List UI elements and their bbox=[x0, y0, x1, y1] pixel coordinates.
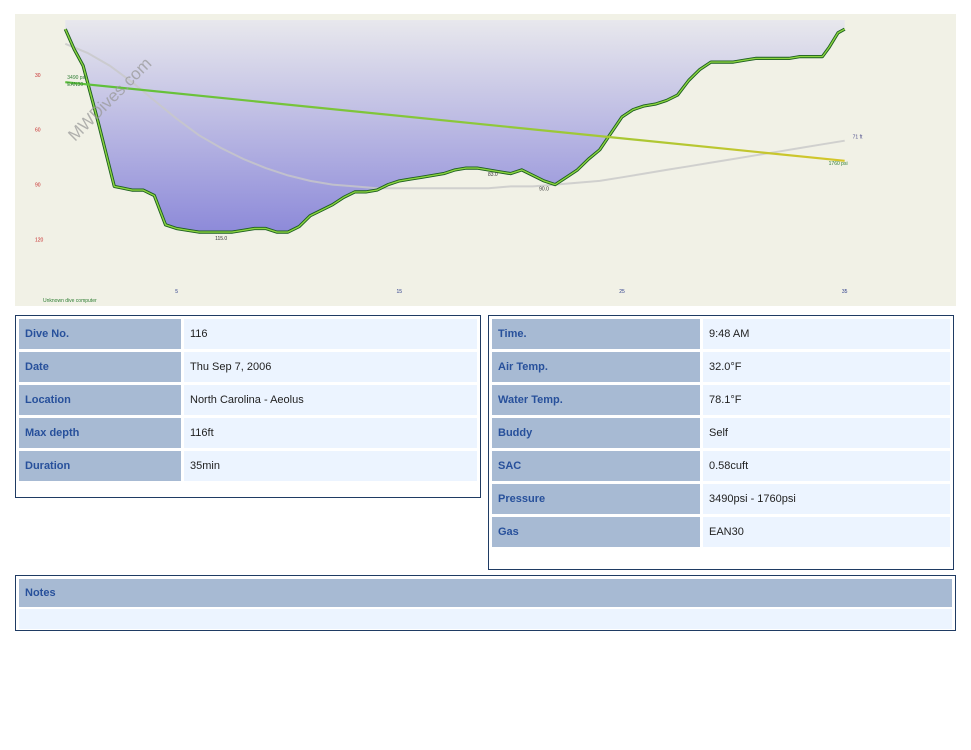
dive-info-table: Dive No. 116 Date Thu Sep 7, 2006 Location… bbox=[15, 315, 481, 498]
table-row: Dive No. 116 bbox=[19, 319, 477, 349]
row-value: North Carolina - Aeolus bbox=[184, 385, 477, 415]
notes-panel: Notes bbox=[15, 575, 956, 631]
pressure-end-label: 1760 psi bbox=[829, 161, 848, 167]
row-label: Water Temp. bbox=[492, 385, 700, 415]
notes-body bbox=[19, 609, 952, 629]
row-value: 116ft bbox=[184, 418, 477, 448]
table-row: Time. 9:48 AM bbox=[492, 319, 950, 349]
row-label: Buddy bbox=[492, 418, 700, 448]
table-row: Max depth 116ft bbox=[19, 418, 477, 448]
table-row: Pressure 3490psi - 1760psi bbox=[492, 484, 950, 514]
conditions-table: Time. 9:48 AM Air Temp. 32.0°F Water Temp.… bbox=[488, 315, 954, 570]
table-row: SAC 0.58cuft bbox=[492, 451, 950, 481]
notes-title: Notes bbox=[19, 579, 952, 607]
row-label: Location bbox=[19, 385, 181, 415]
row-value: 3490psi - 1760psi bbox=[703, 484, 950, 514]
x-tick-label: 15 bbox=[397, 289, 403, 295]
row-label: Date bbox=[19, 352, 181, 382]
table-row: Duration 35min bbox=[19, 451, 477, 481]
y-tick-label: 60 bbox=[35, 128, 41, 134]
dive-profile-svg: 3490 psiEAN301760 psi71 ft115.083.090.0 … bbox=[15, 14, 956, 306]
row-value: 35min bbox=[184, 451, 477, 481]
row-value: 9:48 AM bbox=[703, 319, 950, 349]
row-label: Pressure bbox=[492, 484, 700, 514]
row-value: Self bbox=[703, 418, 950, 448]
x-tick-label: 35 bbox=[842, 289, 848, 295]
row-label: SAC bbox=[492, 451, 700, 481]
table-row: Water Temp. 78.1°F bbox=[492, 385, 950, 415]
table-row: Location North Carolina - Aeolus bbox=[19, 385, 477, 415]
depth-annotation: 115.0 bbox=[215, 236, 227, 242]
table-row: Buddy Self bbox=[492, 418, 950, 448]
row-value: Thu Sep 7, 2006 bbox=[184, 352, 477, 382]
pressure-start-label: 3490 psi bbox=[67, 75, 86, 81]
gas-label: EAN30 bbox=[67, 82, 83, 88]
row-label: Max depth bbox=[19, 418, 181, 448]
x-tick-label: 25 bbox=[619, 289, 625, 295]
row-value: 32.0°F bbox=[703, 352, 950, 382]
y-tick-label: 120 bbox=[35, 237, 44, 243]
table-row: Date Thu Sep 7, 2006 bbox=[19, 352, 477, 382]
row-label: Air Temp. bbox=[492, 352, 700, 382]
x-tick-label: 5 bbox=[175, 289, 178, 295]
depth-annotation: 83.0 bbox=[488, 172, 498, 178]
ceiling-end-label: 71 ft bbox=[853, 135, 863, 141]
table-row: Air Temp. 32.0°F bbox=[492, 352, 950, 382]
row-label: Time. bbox=[492, 319, 700, 349]
depth-annotation: 90.0 bbox=[539, 187, 549, 193]
row-value: 78.1°F bbox=[703, 385, 950, 415]
row-value: 0.58cuft bbox=[703, 451, 950, 481]
device-label: Unknown dive computer bbox=[43, 298, 97, 304]
dive-profile-chart: 3490 psi EAN30 1760 psi 71 ft 115.0 83.0 90.0 … bbox=[15, 14, 956, 306]
y-tick-label: 90 bbox=[35, 183, 41, 189]
y-tick-label: 30 bbox=[35, 73, 41, 79]
row-value: 116 bbox=[184, 319, 477, 349]
row-label: Duration bbox=[19, 451, 181, 481]
row-label: Dive No. bbox=[19, 319, 181, 349]
table-row: Gas EAN30 bbox=[492, 517, 950, 547]
row-label: Gas bbox=[492, 517, 700, 547]
row-value: EAN30 bbox=[703, 517, 950, 547]
